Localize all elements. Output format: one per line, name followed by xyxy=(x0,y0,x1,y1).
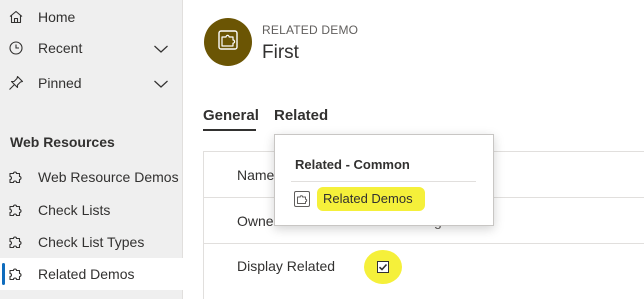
home-icon xyxy=(8,9,24,25)
pin-icon xyxy=(8,75,24,91)
tab-general[interactable]: General xyxy=(203,107,259,125)
puzzle-icon xyxy=(8,202,24,218)
nav-item-pinned-label: Pinned xyxy=(38,75,82,91)
display-related-checkbox[interactable] xyxy=(377,261,389,273)
puzzle-icon xyxy=(217,29,239,56)
nav-item-home-label: Home xyxy=(38,9,76,25)
sitemap-sidebar: Home Recent Pinned Web Resources Web Res… xyxy=(0,0,183,299)
tab-related[interactable]: Related xyxy=(274,107,328,125)
record-title: First xyxy=(262,42,299,63)
field-row-display-related: Display Related xyxy=(204,244,644,290)
active-tab-underline xyxy=(203,129,256,131)
nav-item-check-lists[interactable]: Check Lists xyxy=(0,194,183,226)
chevron-down-icon[interactable] xyxy=(153,77,169,89)
entity-type-label: RELATED DEMO xyxy=(262,23,359,37)
chevron-down-icon[interactable] xyxy=(153,42,169,54)
clock-icon xyxy=(8,40,24,56)
nav-item-related-demos[interactable]: Related Demos xyxy=(0,258,183,290)
nav-item-recent-label: Recent xyxy=(38,40,83,56)
puzzle-icon xyxy=(8,234,24,250)
menu-divider xyxy=(291,181,476,182)
puzzle-icon xyxy=(8,169,24,185)
puzzle-icon xyxy=(8,266,24,282)
selected-indicator xyxy=(2,263,5,285)
menu-section-header: Related - Common xyxy=(295,157,410,172)
nav-item-label: Check List Types xyxy=(38,234,145,250)
nav-item-home[interactable]: Home xyxy=(0,1,183,33)
field-label-display-related: Display Related xyxy=(237,258,336,274)
nav-item-web-resource-demos[interactable]: Web Resource Demos xyxy=(0,161,183,193)
nav-item-label: Related Demos xyxy=(38,266,135,282)
nav-item-check-list-types[interactable]: Check List Types xyxy=(0,226,183,258)
menu-item-related-demos[interactable]: Related Demos xyxy=(275,187,493,211)
nav-group-title: Web Resources xyxy=(10,134,115,150)
menu-item-label: Related Demos xyxy=(323,191,413,206)
highlight-marker xyxy=(364,250,402,284)
related-dropdown-menu: Related - Common Related Demos xyxy=(274,134,494,226)
field-label-owner: Owner xyxy=(237,213,279,229)
nav-item-recent[interactable]: Recent xyxy=(0,32,183,64)
nav-item-label: Check Lists xyxy=(38,202,111,218)
nav-item-label: Web Resource Demos xyxy=(38,169,179,185)
checkmark-icon xyxy=(378,262,388,272)
puzzle-icon xyxy=(294,191,310,207)
entity-avatar xyxy=(204,18,252,66)
nav-item-pinned[interactable]: Pinned xyxy=(0,67,183,99)
field-label-name: Name xyxy=(237,167,275,183)
